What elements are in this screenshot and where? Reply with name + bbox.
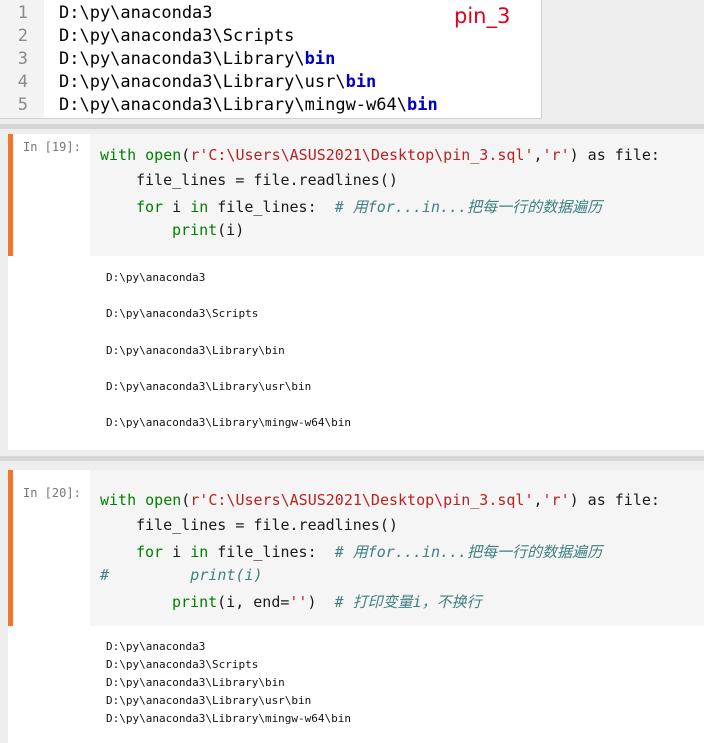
output-line: D:\py\anaconda3\Library\mingw-w64\bin: [106, 712, 352, 725]
line-number: 5: [17, 95, 28, 115]
editor-line[interactable]: D:\py\anaconda3\Library\usr\bin: [59, 72, 376, 92]
output-line: D:\py\anaconda3\Library\usr\bin: [106, 694, 312, 707]
cell-selection-bar: [8, 470, 13, 626]
output-line: D:\py\anaconda3: [106, 271, 206, 284]
output-line: D:\py\anaconda3\Library\mingw-w64\bin: [106, 416, 352, 429]
line-number-gutter: 1 2 3 4 5: [0, 0, 44, 118]
divider: [0, 124, 704, 129]
code-line: file_lines = file.readlines(): [136, 516, 398, 534]
output-line: D:\py\anaconda3\Library\usr\bin: [106, 380, 312, 393]
text-editor-panel: 1 2 3 4 5 D:\py\anaconda3 D:\py\anaconda…: [0, 0, 542, 119]
notebook-cell[interactable]: In [19]: with open(r'C:\Users\ASUS2021\D…: [8, 134, 704, 450]
line-number: 1: [17, 3, 28, 23]
input-prompt: In [20]:: [23, 486, 81, 500]
output-line: D:\py\anaconda3: [106, 640, 206, 653]
code-line: for i in file_lines: # 用for...in...把每一行的…: [136, 198, 603, 216]
editor-line[interactable]: D:\py\anaconda3\Scripts: [59, 26, 294, 46]
code-input-area[interactable]: with open(r'C:\Users\ASUS2021\Desktop\pi…: [90, 470, 704, 626]
notebook-cell[interactable]: In [20]: with open(r'C:\Users\ASUS2021\D…: [8, 470, 704, 743]
code-line: for i in file_lines: # 用for...in...把每一行的…: [136, 543, 603, 561]
output-line: D:\py\anaconda3\Library\bin: [106, 676, 285, 689]
cell-output: D:\py\anaconda3 D:\py\anaconda3\Scripts …: [8, 256, 704, 450]
divider: [0, 456, 704, 461]
output-line: D:\py\anaconda3\Scripts: [106, 658, 259, 671]
code-line: print(i, end='') # 打印变量i，不换行: [172, 593, 482, 611]
code-line: print(i): [172, 221, 245, 239]
line-number: 2: [17, 26, 28, 46]
code-line: with open(r'C:\Users\ASUS2021\Desktop\pi…: [100, 146, 660, 164]
cell-selection-bar: [8, 134, 13, 256]
cell-output: D:\py\anaconda3 D:\py\anaconda3\Scripts …: [8, 626, 704, 743]
line-number: 3: [17, 49, 28, 69]
code-line: with open(r'C:\Users\ASUS2021\Desktop\pi…: [100, 491, 660, 509]
code-input-area[interactable]: with open(r'C:\Users\ASUS2021\Desktop\pi…: [90, 134, 704, 256]
input-prompt: In [19]:: [23, 140, 81, 154]
editor-line[interactable]: D:\py\anaconda3\Library\mingw-w64\bin: [59, 95, 438, 115]
editor-line[interactable]: D:\py\anaconda3: [59, 3, 213, 23]
annotation-label: pin_3: [454, 4, 511, 28]
output-line: D:\py\anaconda3\Scripts: [106, 307, 259, 320]
line-number: 4: [17, 72, 28, 92]
code-line: # print(i): [100, 566, 263, 584]
code-line: file_lines = file.readlines(): [136, 171, 398, 189]
output-line: D:\py\anaconda3\Library\bin: [106, 344, 285, 357]
editor-line[interactable]: D:\py\anaconda3\Library\bin: [59, 49, 335, 69]
